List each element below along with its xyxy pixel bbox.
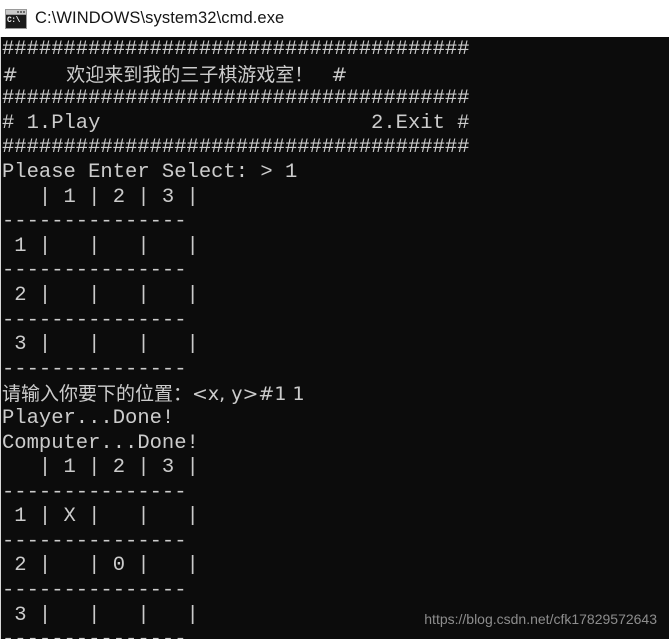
console-line: ---------------	[2, 357, 187, 381]
console-line: ---------------	[2, 529, 187, 553]
console-line: ######################################	[2, 136, 470, 160]
console-line: Computer...Done!	[2, 431, 199, 455]
console-line: 1 | | | |	[2, 234, 199, 258]
cmd-window: C:\ C:\WINDOWS\system32\cmd.exe ########…	[0, 0, 669, 639]
console-line: # 欢迎来到我的三子棋游戏室！ #	[2, 63, 348, 86]
console-line: Player...Done!	[2, 406, 175, 430]
console-line: ---------------	[2, 210, 187, 234]
console-line: Please Enter Select: > 1	[2, 160, 298, 184]
window-title: C:\WINDOWS\system32\cmd.exe	[35, 9, 285, 27]
console-line: 3 | | | |	[2, 603, 199, 627]
console-line: 2 | | | |	[2, 283, 199, 307]
console-line: | 1 | 2 | 3 |	[2, 456, 199, 480]
console-line: ---------------	[2, 308, 187, 332]
console-line: 3 | | | |	[2, 333, 199, 357]
console-line: ---------------	[2, 579, 187, 603]
console-line-list: ###################################### # …	[1, 38, 669, 639]
console-line: # 1.Play 2.Exit #	[2, 111, 470, 135]
console-line: ---------------	[2, 259, 187, 283]
cmd-exe-icon: C:\	[5, 8, 27, 29]
console-line: 请输入你要下的位置：<x, y>#1 1	[2, 383, 305, 406]
console-line: | 1 | 2 | 3 |	[2, 185, 199, 209]
console-line: 2 | | 0 | |	[2, 554, 199, 578]
icon-console-text: C:\	[6, 14, 26, 28]
console-line: 1 | X | | |	[2, 505, 199, 529]
console-line: ---------------	[1, 628, 669, 639]
console-line: ---------------	[2, 480, 187, 504]
window-titlebar[interactable]: C:\ C:\WINDOWS\system32\cmd.exe	[0, 0, 669, 37]
console-line: ######################################	[2, 38, 470, 61]
console-output-area[interactable]: ###################################### # …	[0, 37, 669, 639]
console-line: ######################################	[2, 87, 470, 111]
